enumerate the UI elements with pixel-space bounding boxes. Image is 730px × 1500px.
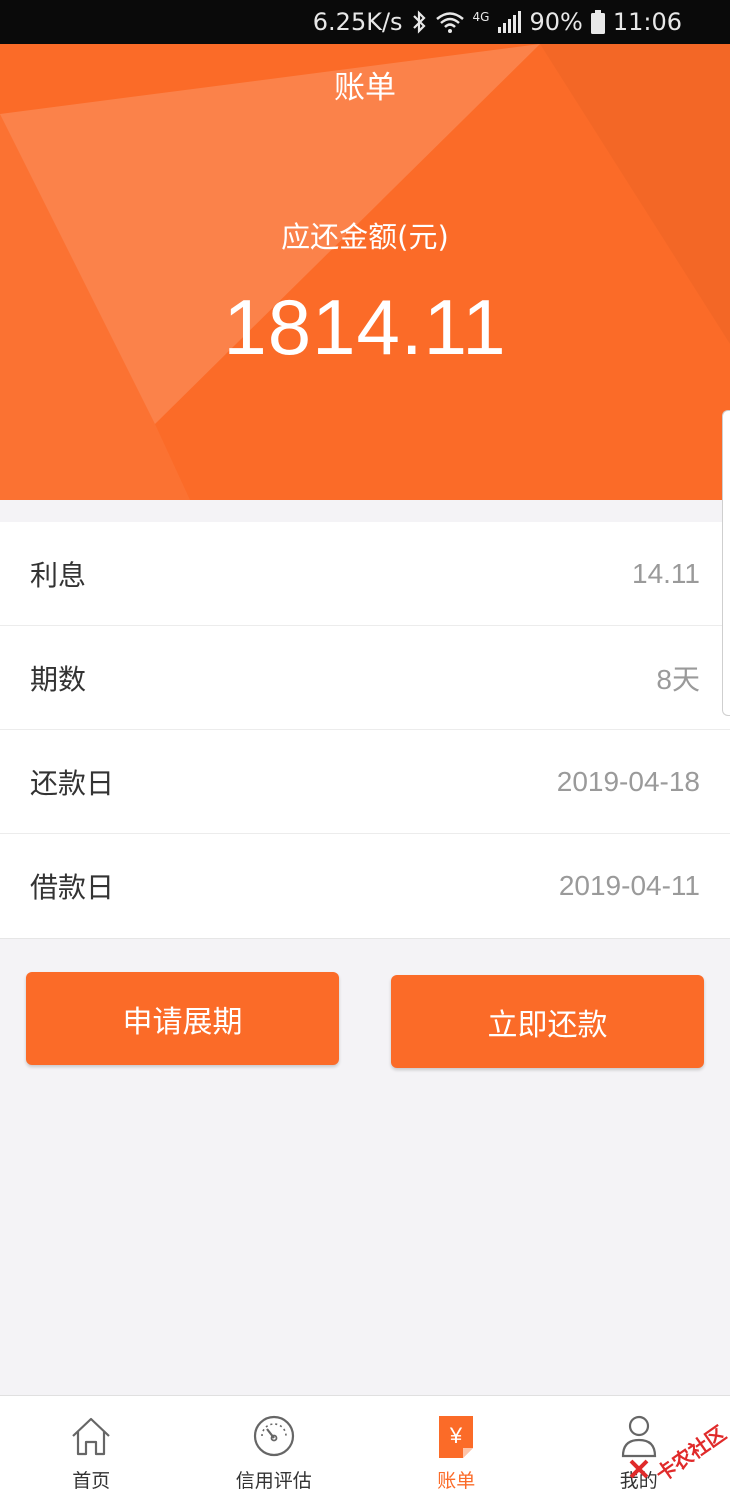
battery-level: 90% <box>529 8 583 36</box>
detail-label: 期数 <box>30 662 87 696</box>
detail-value: 2019-04-18 <box>556 765 700 797</box>
detail-value: 2019-04-11 <box>558 870 700 901</box>
detail-label: 借款日 <box>30 871 115 904</box>
page-title: 账单 <box>334 70 396 106</box>
amount-due-value: 1814.11 <box>223 283 507 371</box>
tab-label: 信用评估 <box>235 1470 312 1492</box>
repay-now-button[interactable]: 立即还款 <box>391 975 704 1068</box>
detail-row-loan-date: 借款日 2019-04-11 <box>0 834 730 938</box>
tab-home[interactable]: 首页 <box>0 1396 183 1500</box>
detail-value: 14.11 <box>632 557 700 589</box>
svg-text:¥: ¥ <box>449 1423 463 1448</box>
battery-icon <box>590 10 605 34</box>
header-background-pattern <box>0 44 540 500</box>
home-icon <box>69 1414 113 1458</box>
amount-due-label: 应还金额(元) <box>281 220 449 254</box>
gauge-icon <box>252 1414 296 1458</box>
bill-details-list: 利息 14.11 期数 8天 还款日 2019-04-18 借款日 2019-0… <box>0 522 730 939</box>
bluetooth-icon <box>411 10 427 34</box>
network-speed: 6.25K/s <box>312 8 403 36</box>
tab-label: 账单 <box>437 1470 476 1492</box>
detail-label: 利息 <box>30 558 87 592</box>
bill-header: 账单 应还金额(元) 1814.11 <box>0 44 730 500</box>
watermark: 卡农社区 <box>620 1410 730 1490</box>
status-bar: 6.25K/s 4G 90% 11:06 <box>0 0 730 44</box>
detail-label: 还款日 <box>30 766 115 800</box>
bill-icon: ¥ <box>436 1414 476 1458</box>
tab-bill[interactable]: ¥ 账单 <box>365 1396 548 1500</box>
tab-label: 首页 <box>72 1470 111 1492</box>
watermark-logo-icon <box>629 1459 649 1479</box>
network-type: 4G <box>472 10 490 24</box>
clock: 11:06 <box>612 8 682 36</box>
detail-row-due-date: 还款日 2019-04-18 <box>0 730 730 834</box>
watermark-text: 卡农社区 <box>651 1420 730 1487</box>
detail-value: 8天 <box>656 663 700 695</box>
edge-panel-handle[interactable] <box>722 410 730 716</box>
apply-extension-button[interactable]: 申请展期 <box>26 972 339 1065</box>
signal-icon <box>497 11 522 33</box>
tab-credit-assessment[interactable]: 信用评估 <box>183 1396 366 1500</box>
detail-row-term: 期数 8天 <box>0 626 730 730</box>
detail-row-interest: 利息 14.11 <box>0 522 730 626</box>
wifi-icon <box>435 10 465 34</box>
